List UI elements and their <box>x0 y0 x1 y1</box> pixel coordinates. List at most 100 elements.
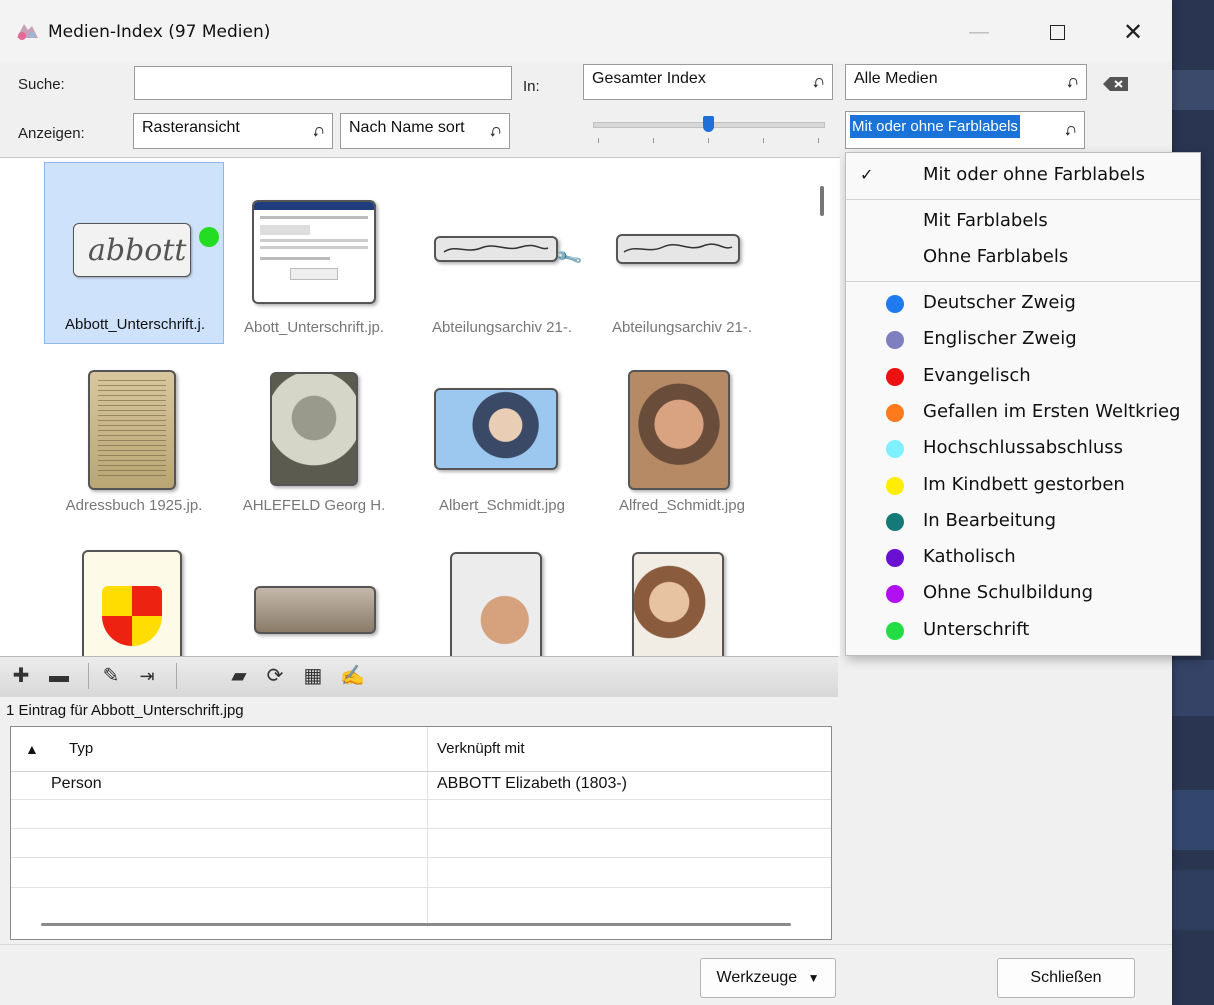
color-dot-icon <box>886 331 904 350</box>
sort-ascending-icon[interactable]: ▲ <box>25 741 39 757</box>
label-filter-select[interactable]: Mit oder ohne Farblabels ⮏ <box>845 111 1085 149</box>
color-dot-icon <box>886 367 904 386</box>
checkmark-icon: ✓ <box>860 165 874 184</box>
save-icon[interactable]: ▦ <box>302 665 324 687</box>
color-label-dot <box>199 227 219 247</box>
media-thumbnail <box>88 370 176 490</box>
menu-item-label: Gefallen im Ersten Weltkrieg <box>923 400 1181 422</box>
media-caption: Adressbuch 1925.jp. <box>65 497 203 514</box>
refresh-icon[interactable]: ⟳ <box>264 665 286 687</box>
table-cell-type[interactable]: Person <box>51 775 102 793</box>
color-dot-icon <box>886 512 904 531</box>
media-item-6[interactable]: Albert_Schmidt.jpg <box>412 370 592 550</box>
sort-select[interactable]: Nach Name sort ⮏ <box>340 113 510 149</box>
color-dot-icon <box>886 403 904 422</box>
scope-label: In: <box>523 78 540 95</box>
menu-item-color-label[interactable]: Ohne Schulbildung <box>846 575 1200 611</box>
display-label: Anzeigen: <box>18 125 85 142</box>
menu-item-all-labels[interactable]: ✓ Mit oder ohne Farblabels <box>846 157 1200 193</box>
media-item-2[interactable]: 🔧 Abteilungsarchiv 21-. <box>412 162 592 342</box>
media-toolbar: ✚ ▬ ✎ ⇥ ▰ ⟳ ▦ ✍ <box>0 656 838 697</box>
column-header-linked[interactable]: Verknüpft mit <box>437 727 525 771</box>
media-thumbnail <box>270 372 358 486</box>
edit-note-icon[interactable]: ✍ <box>340 665 365 687</box>
menu-item-label: Evangelisch <box>923 364 1031 386</box>
menu-item-label: Deutscher Zweig <box>923 292 1076 313</box>
media-caption: Abteilungsarchiv 21-. <box>431 319 573 336</box>
table-horizontal-scrollbar[interactable] <box>41 923 791 926</box>
chevron-down-icon: ⮏ <box>812 75 824 91</box>
media-caption: Abteilungsarchiv 21-. <box>611 319 753 336</box>
svg-text:abbott: abbott <box>88 233 187 268</box>
title-bar: Medien-Index (97 Medien) — ✕ <box>0 0 1172 62</box>
clear-search-button[interactable] <box>1101 74 1131 94</box>
menu-item-with-labels[interactable]: Mit Farblabels <box>846 203 1200 239</box>
merge-arrows-icon[interactable]: ⇥ <box>136 665 158 687</box>
search-label: Suche: <box>18 76 65 93</box>
menu-item-color-label[interactable]: Deutscher Zweig <box>846 285 1200 321</box>
color-dot-icon <box>886 585 904 604</box>
media-index-window: Medien-Index (97 Medien) — ✕ Suche: In: … <box>0 0 1201 1005</box>
media-item-4[interactable]: Adressbuch 1925.jp. <box>44 370 224 550</box>
menu-item-color-label[interactable]: In Bearbeitung <box>846 503 1200 539</box>
minimize-icon: — <box>969 20 989 43</box>
folder-icon[interactable]: ▰ <box>228 665 250 687</box>
menu-item-label: Mit oder ohne Farblabels <box>923 164 1146 185</box>
menu-item-color-label[interactable]: Im Kindbett gestorben <box>846 467 1200 503</box>
search-input[interactable] <box>134 66 512 100</box>
label-filter-menu: ✓ Mit oder ohne Farblabels Mit Farblabel… <box>845 152 1201 656</box>
app-icon <box>17 24 38 40</box>
media-filter-select[interactable]: Alle Medien ⮏ <box>845 64 1087 100</box>
media-thumbnail <box>632 552 724 656</box>
media-item-3[interactable]: Abteilungsarchiv 21-. <box>592 162 772 342</box>
chevron-down-icon: ⮏ <box>1066 75 1078 91</box>
chevron-down-icon: ⮏ <box>312 124 324 140</box>
thumbnail-size-slider[interactable] <box>593 112 825 148</box>
menu-item-color-label[interactable]: Hochschlussabschluss <box>846 430 1200 466</box>
media-item-10[interactable] <box>412 550 592 656</box>
scope-select-value: Gesamter Index <box>592 70 706 87</box>
media-item-11[interactable] <box>592 550 772 656</box>
minimize-button[interactable]: — <box>956 14 1002 50</box>
color-dot-icon <box>886 476 904 495</box>
media-thumbnail <box>628 370 730 490</box>
column-header-type[interactable]: Typ <box>69 727 93 771</box>
media-thumbnail <box>616 234 740 264</box>
media-item-1[interactable]: Abott_Unterschrift.jp. <box>224 162 404 342</box>
media-item-0[interactable]: abbott Abbott_Unterschrift.j. <box>44 162 224 344</box>
menu-item-without-labels[interactable]: Ohne Farblabels <box>846 239 1200 275</box>
menu-item-color-label[interactable]: Evangelisch <box>846 358 1200 394</box>
close-window-button[interactable]: ✕ <box>1110 14 1156 50</box>
plus-icon[interactable]: ✚ <box>10 665 32 687</box>
view-mode-select[interactable]: Rasteransicht ⮏ <box>133 113 333 149</box>
menu-item-color-label[interactable]: Unterschrift <box>846 612 1200 648</box>
media-item-8[interactable] <box>44 550 224 656</box>
color-dot-icon <box>886 549 904 568</box>
caret-down-icon: ▼ <box>807 971 820 985</box>
menu-item-color-label[interactable]: Gefallen im Ersten Weltkrieg <box>846 394 1200 430</box>
menu-item-color-label[interactable]: Englischer Zweig <box>846 321 1200 357</box>
menu-item-color-label[interactable]: Katholisch <box>846 539 1200 575</box>
media-caption: Abbott_Unterschrift.j. <box>64 316 206 333</box>
sort-value: Nach Name sort <box>349 119 465 136</box>
media-thumbnail <box>252 200 376 304</box>
clear-backspace-icon <box>1103 77 1128 91</box>
close-button[interactable]: Schließen <box>997 958 1135 998</box>
maximize-icon <box>1049 24 1065 40</box>
color-dot-icon <box>886 440 904 459</box>
pencil-icon[interactable]: ✎ <box>100 665 122 687</box>
media-item-5[interactable]: AHLEFELD Georg H. <box>224 370 404 550</box>
table-cell-linked[interactable]: ABBOTT Elizabeth (1803-) <box>437 775 627 793</box>
tools-menu-button[interactable]: Werkzeuge ▼ <box>700 958 836 998</box>
maximize-button[interactable] <box>1034 14 1080 50</box>
grid-scrollbar[interactable] <box>820 186 824 216</box>
label-filter-value: Mit oder ohne Farblabels <box>850 115 1020 138</box>
media-thumbnail <box>82 550 182 656</box>
minus-icon[interactable]: ▬ <box>48 665 70 687</box>
media-item-9[interactable] <box>224 550 404 656</box>
slider-thumb[interactable] <box>703 116 714 132</box>
menu-item-label: In Bearbeitung <box>923 509 1057 531</box>
scope-select[interactable]: Gesamter Index ⮏ <box>583 64 833 100</box>
media-item-7[interactable]: Alfred_Schmidt.jpg <box>592 370 772 550</box>
media-grid: abbott Abbott_Unterschrift.j. Abott_Unte… <box>0 157 840 656</box>
